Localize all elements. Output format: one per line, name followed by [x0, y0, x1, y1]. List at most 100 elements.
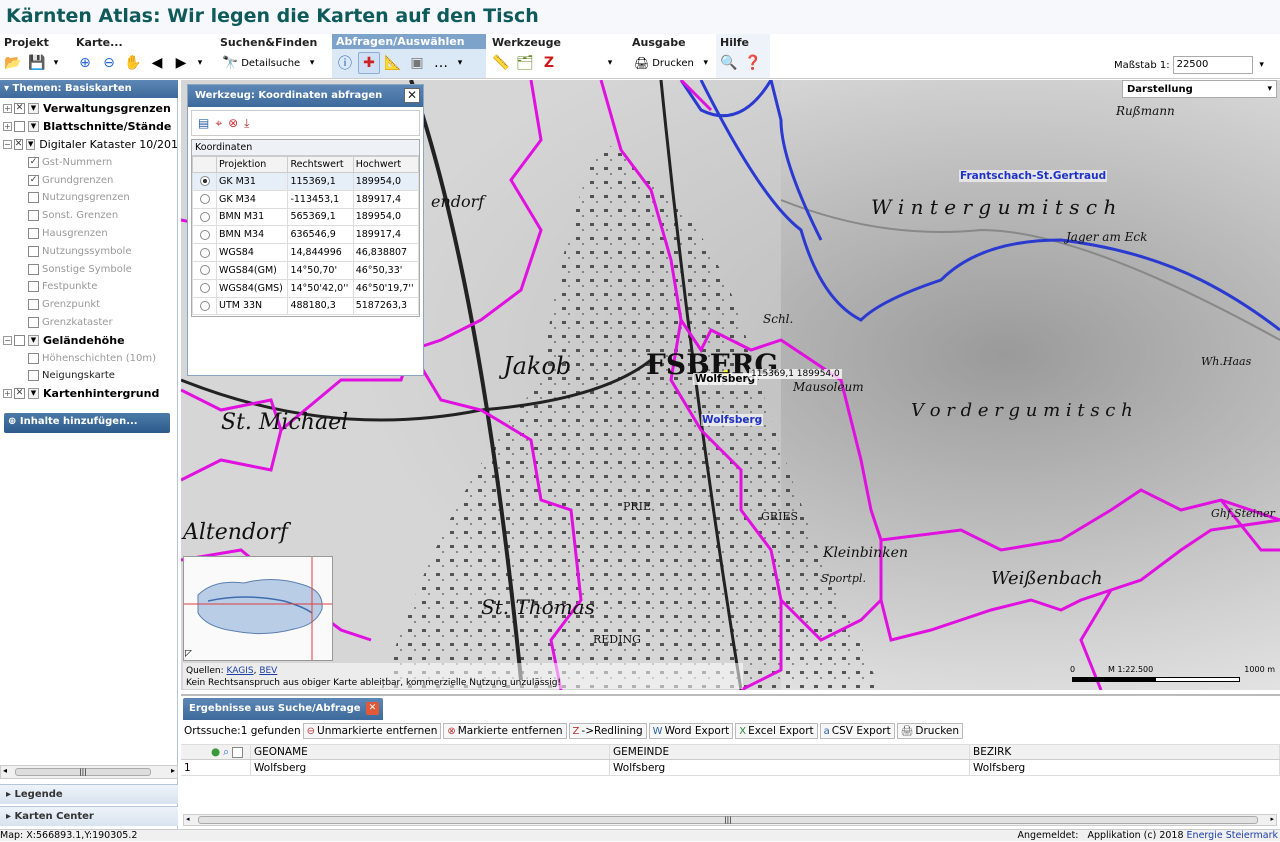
layer-item[interactable]: + ▼ Blattschnitte/Stände	[0, 118, 178, 136]
place-label-blue[interactable]: Wolfsberg	[701, 414, 764, 426]
redlining-button[interactable]: Z ->Redlining	[568, 723, 647, 739]
checkbox[interactable]	[28, 352, 39, 364]
overview-map[interactable]: ◸	[183, 556, 333, 661]
checkbox[interactable]: ✓	[28, 156, 39, 168]
source-link[interactable]: KAGIS	[226, 666, 253, 676]
company-link[interactable]: Energie Steiermark	[1187, 830, 1278, 841]
layer-item[interactable]: + ✕ ▼ Verwaltungsgrenzen	[0, 100, 178, 118]
results-scrollbar[interactable]: ◂ ||| ▸	[183, 814, 1277, 826]
radio-button[interactable]	[199, 283, 210, 294]
checkbox[interactable]	[28, 245, 39, 257]
checkbox[interactable]	[14, 334, 25, 346]
sublayer-item[interactable]: Sonstige Symbole	[0, 260, 178, 278]
select-all-checkbox[interactable]	[232, 746, 243, 758]
sublayer-item[interactable]: Festpunkte	[0, 278, 178, 296]
zoom-icon[interactable]: ⌕	[223, 746, 229, 759]
checkbox[interactable]	[28, 316, 39, 328]
table-row[interactable]: BMN M34 636546,9 189917,4	[192, 225, 420, 245]
pan-hand-icon[interactable]: ✋	[122, 52, 144, 74]
results-tab[interactable]: Ergebnisse aus Suche/Abfrage ✕	[183, 698, 383, 720]
checkbox[interactable]: ✓	[28, 174, 39, 186]
chevron-down-icon[interactable]: ▼	[28, 334, 39, 346]
table-row[interactable]: GK M34 -113453,1 189917,4	[192, 189, 420, 209]
add-content-button[interactable]: ⊕ Inhalte hinzufügen...	[4, 413, 170, 433]
open-folder-icon[interactable]: 📂	[2, 52, 24, 74]
checkbox[interactable]	[28, 281, 39, 293]
radio-button[interactable]	[199, 247, 210, 258]
coordinate-query-icon[interactable]: ✚	[358, 52, 380, 74]
scale-input[interactable]: 22500	[1172, 56, 1253, 74]
radio-button[interactable]	[199, 211, 210, 222]
tool-header[interactable]: Werkzeug: Koordinaten abfragen ✕	[188, 85, 423, 107]
table-row[interactable]: UTM 33N 488180,3 5187263,3	[192, 296, 420, 316]
scroll-right-icon[interactable]: ▸	[171, 766, 175, 775]
checkbox[interactable]: ✕	[13, 138, 24, 150]
expand-icon[interactable]: +	[3, 104, 12, 114]
chevron-down-icon[interactable]: ▾	[1253, 56, 1271, 74]
word-export-button[interactable]: W Word Export	[648, 723, 734, 739]
dropdown-arrow-icon[interactable]: ▾	[604, 52, 616, 74]
measure-icon[interactable]: 📏	[490, 52, 512, 74]
zoom-in-icon[interactable]: ⊕	[74, 52, 96, 74]
chevron-down-icon[interactable]: ▼	[26, 138, 36, 150]
help-search-icon[interactable]: 🔍	[718, 52, 740, 74]
radio-button[interactable]	[199, 229, 210, 240]
expand-icon[interactable]: +	[3, 389, 12, 399]
help-icon[interactable]: ❓	[742, 52, 764, 74]
redlining-icon[interactable]: Z	[538, 52, 560, 74]
checkbox[interactable]	[28, 227, 39, 239]
zoom-out-icon[interactable]: ⊖	[98, 52, 120, 74]
remove-unmarked-button[interactable]: ⊖ Unmarkierte entfernen	[302, 723, 442, 739]
table-row[interactable]: WGS84(GMS) 14°50'42,0'' 46°50'19,7''	[192, 278, 420, 298]
sublayer-item[interactable]: Grenzkataster	[0, 314, 178, 332]
sublayer-item[interactable]: Nutzungssymbole	[0, 242, 178, 260]
info-icon[interactable]: ⓘ	[334, 52, 356, 74]
remove-marked-button[interactable]: ⊗ Markierte entfernen	[443, 723, 567, 739]
forward-arrow-icon[interactable]: ▶	[170, 52, 192, 74]
checkbox[interactable]	[28, 210, 39, 222]
scroll-thumb[interactable]: |||	[198, 816, 1258, 824]
close-icon[interactable]: ✕	[366, 702, 379, 715]
scroll-left-icon[interactable]: ◂	[186, 815, 190, 823]
legende-panel[interactable]: ▸ Legende	[0, 784, 178, 804]
checkbox[interactable]	[28, 192, 39, 204]
table-row[interactable]: GK M31 115369,1 189954,0	[192, 172, 420, 191]
print-button[interactable]: 🖨 Drucken	[896, 723, 964, 739]
xy-query-icon[interactable]: 📐	[382, 52, 404, 74]
sublayer-item[interactable]: Hausgrenzen	[0, 225, 178, 243]
save-icon[interactable]: 💾	[26, 52, 48, 74]
detailsuche-button[interactable]: 🔭 Detailsuche	[218, 52, 304, 74]
download-icon[interactable]: ⤓	[244, 116, 249, 131]
sidebar-scrollbar[interactable]: ◂ ||| ▸	[0, 765, 178, 779]
place-label-blue[interactable]: Frantschach-St.Gertraud	[959, 170, 1108, 182]
scroll-left-icon[interactable]: ◂	[3, 766, 7, 775]
checkbox[interactable]: ✕	[14, 388, 25, 400]
checkbox[interactable]	[28, 299, 39, 311]
radio-button[interactable]	[199, 300, 210, 311]
radio-button[interactable]	[199, 265, 210, 276]
source-link[interactable]: BEV	[259, 666, 277, 676]
radio-button[interactable]	[199, 194, 210, 205]
more-icon[interactable]: …	[430, 52, 452, 74]
chevron-down-icon[interactable]: ▼	[28, 103, 39, 115]
col-header[interactable]: GEONAME	[251, 745, 610, 759]
dropdown-arrow-icon[interactable]: ▾	[700, 52, 712, 74]
sublayer-item[interactable]: Grenzpunkt	[0, 296, 178, 314]
radio-button[interactable]	[199, 176, 210, 187]
dropdown-arrow-icon[interactable]: ▾	[50, 52, 62, 74]
expand-icon[interactable]: +	[3, 122, 12, 132]
csv-export-button[interactable]: a CSV Export	[819, 723, 895, 739]
sublayer-item[interactable]: Sonst. Grenzen	[0, 207, 178, 225]
checkbox[interactable]	[14, 121, 25, 133]
collapse-overview-icon[interactable]: ◸	[185, 649, 192, 659]
sublayer-item[interactable]: ✓ Gst-Nummern	[0, 153, 178, 171]
sublayer-item[interactable]: Höhenschichten (10m)	[0, 349, 178, 367]
table-row[interactable]: BMN M31 565369,1 189954,0	[192, 207, 420, 227]
drucken-button[interactable]: 🖨 Drucken	[630, 52, 698, 74]
layer-item[interactable]: − ▼ Geländehöhe	[0, 331, 178, 349]
dropdown-arrow-icon[interactable]: ▾	[306, 52, 318, 74]
sublayer-item[interactable]: ✓ Grundgrenzen	[0, 171, 178, 189]
scroll-right-icon[interactable]: ▸	[1270, 815, 1274, 823]
dropdown-arrow-icon[interactable]: ▾	[454, 52, 466, 74]
karten-center-panel[interactable]: ▸ Karten Center	[0, 806, 178, 826]
